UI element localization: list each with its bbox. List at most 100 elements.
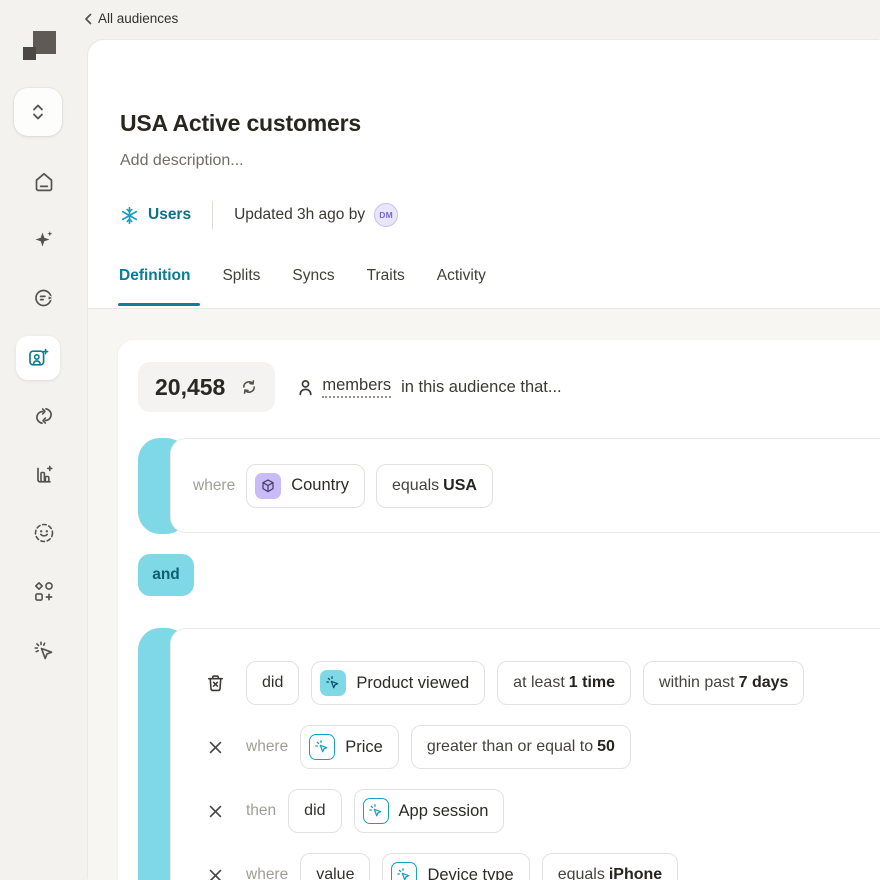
event-type-icon [362, 798, 389, 824]
cube-icon [262, 478, 274, 492]
condition-group-2: did Product viewed at least 1 time withi… [170, 628, 880, 880]
meta-divider [212, 201, 214, 229]
frequency-value: 1 time [568, 674, 616, 691]
updated-text: Updated 3h ago by [234, 206, 366, 223]
topbar: All audiences [0, 0, 880, 40]
sidebar-item-journeys[interactable] [30, 284, 58, 312]
operator-gte-50-button[interactable]: greater than or equal to 50 [410, 725, 631, 769]
operator-equals-usa-button[interactable]: equals USA [376, 463, 493, 508]
frequency-prefix: at least [513, 674, 565, 691]
sparkles-icon [35, 231, 53, 247]
magic-cursor-glyph [315, 740, 328, 753]
modifier-label: value [316, 866, 355, 880]
meta-row: Users Updated 3h ago by DM [120, 200, 399, 230]
members-rest-text: in this audience that... [401, 377, 562, 396]
combinator-and-chip[interactable]: and [138, 554, 194, 596]
workspace-switcher-button[interactable] [14, 88, 62, 136]
connector-where: where [246, 866, 289, 880]
logo-square-small [23, 47, 36, 60]
shapes-icon [35, 582, 53, 601]
event-product-viewed-button[interactable]: Product viewed [311, 661, 486, 705]
home-icon [35, 172, 53, 192]
operator-prefix: equals [557, 866, 605, 880]
chevrons-up-down-icon [33, 104, 43, 120]
magic-cursor-glyph [326, 676, 339, 689]
operator-value: iPhone [608, 866, 663, 880]
sync-loop-icon [36, 407, 52, 425]
sidebar-item-apps[interactable] [30, 578, 58, 606]
tab-bar: Definition Splits Syncs Traits Activity [119, 267, 486, 299]
avatar[interactable]: DM [374, 203, 399, 227]
tab-splits[interactable]: Splits [222, 267, 260, 299]
audience-builder-card: 20,458 members in this audience that... … [118, 340, 880, 880]
condition-group-1: where Country equals USA [170, 438, 880, 533]
magic-cursor-icon [34, 641, 53, 660]
modifier-value-button[interactable]: value [300, 853, 371, 880]
chevron-left-icon [85, 13, 92, 24]
frequency-button[interactable]: at least 1 time [497, 661, 632, 705]
sidebar-item-home[interactable] [30, 168, 58, 196]
bar-chart-plus-icon [37, 465, 53, 483]
property-price-button[interactable]: Price [300, 725, 399, 769]
remove-condition-button[interactable] [203, 866, 227, 880]
event-row-did-product-viewed: did Product viewed at least 1 time withi… [203, 661, 880, 705]
tab-activity[interactable]: Activity [437, 267, 486, 299]
members-sentence: members in this audience that... [296, 376, 562, 398]
audiences-icon [29, 348, 49, 366]
remove-condition-button[interactable] [203, 802, 227, 821]
time-window-button[interactable]: within past 7 days [643, 661, 805, 705]
close-icon [209, 741, 221, 753]
sidebar-item-magic[interactable] [30, 637, 58, 665]
definition-panel: 20,458 members in this audience that... … [88, 309, 880, 880]
sidebar [0, 0, 88, 880]
modifier-did-button[interactable]: did [288, 789, 342, 833]
entity-label: Users [148, 206, 192, 223]
sidebar-item-audiences[interactable] [16, 336, 60, 380]
event-app-session-button[interactable]: App session [353, 789, 505, 833]
property-label: Country [291, 476, 349, 494]
filter-row-price: where Price greater than or equal to 50 [203, 725, 880, 769]
operator-value: USA [443, 476, 477, 494]
filter-row-device-type: where value Device type equals iPhone [203, 853, 880, 880]
magic-cursor-glyph [368, 804, 381, 817]
member-count: 20,458 [155, 373, 226, 400]
description-placeholder[interactable]: Add description... [120, 152, 244, 170]
operator-prefix: equals [392, 476, 440, 494]
member-count-pill: 20,458 [138, 362, 276, 412]
sidebar-item-sync[interactable] [30, 402, 58, 430]
remove-condition-button[interactable] [203, 738, 227, 757]
journeys-icon [35, 289, 55, 307]
operator-equals-iphone-button[interactable]: equals iPhone [541, 853, 679, 880]
property-label: Price [345, 737, 383, 756]
event-type-icon [320, 670, 347, 696]
tab-syncs[interactable]: Syncs [292, 267, 334, 299]
entity-users-link[interactable]: Users [120, 206, 191, 225]
property-label: Device type [427, 865, 514, 880]
face-id-icon [34, 523, 54, 543]
modifier-label: did [262, 674, 284, 691]
property-country-button[interactable]: Country [246, 463, 365, 508]
trash-icon [207, 674, 223, 691]
magic-cursor-glyph [397, 868, 410, 880]
refresh-icon[interactable] [240, 378, 258, 396]
connector-where: where [246, 738, 289, 755]
tab-traits[interactable]: Traits [367, 267, 405, 299]
breadcrumb-all-audiences[interactable]: All audiences [84, 11, 178, 26]
delete-condition-button[interactable] [203, 673, 227, 694]
tab-definition[interactable]: Definition [119, 267, 190, 299]
property-device-type-button[interactable]: Device type [382, 853, 530, 880]
main-content: USA Active customers Add description... … [88, 40, 880, 880]
connector-then: then [246, 802, 277, 819]
members-dropdown[interactable]: members [322, 376, 392, 398]
sidebar-item-analytics[interactable] [30, 461, 58, 489]
snowflake-icon [121, 206, 138, 224]
breadcrumb-label: All audiences [98, 11, 179, 26]
sidebar-item-identity[interactable] [30, 519, 58, 547]
event-row-then-app-session: then did App session [203, 789, 880, 833]
connector-where: where [193, 476, 236, 494]
member-count-row: 20,458 members in this audience that... [138, 362, 562, 412]
window-prefix: within past [659, 674, 735, 691]
property-type-icon [255, 472, 282, 499]
modifier-did-button[interactable]: did [246, 661, 300, 705]
sidebar-item-ai[interactable] [30, 226, 58, 254]
